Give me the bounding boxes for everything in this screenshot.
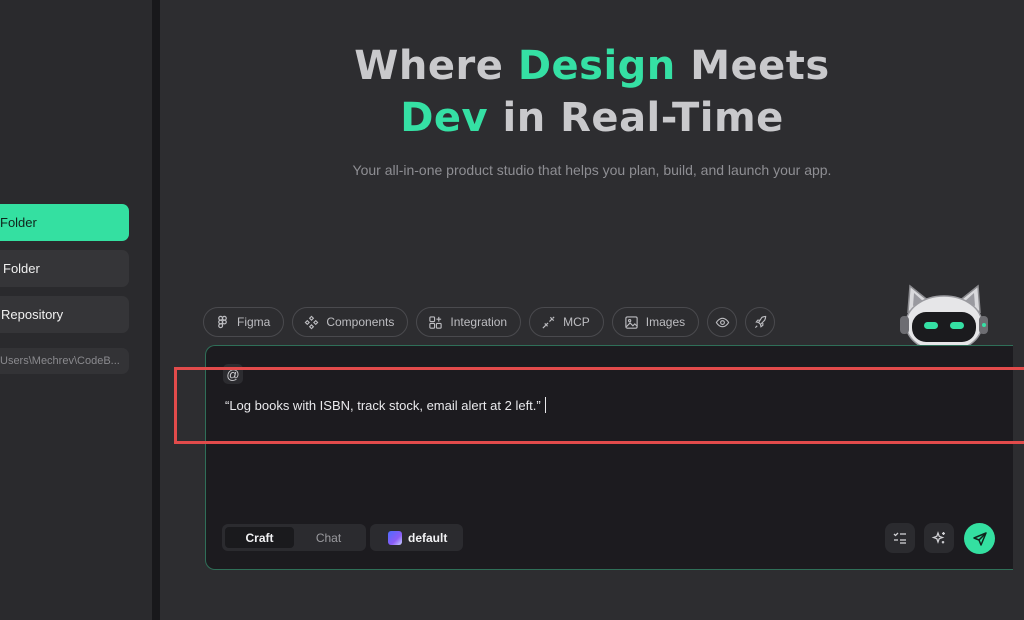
clone-repository-label: Repository bbox=[1, 307, 64, 322]
prompt-input[interactable]: “Log books with ISBN, track stock, email… bbox=[225, 397, 546, 413]
clone-repository-button[interactable]: Repository bbox=[0, 296, 129, 333]
hero-title-part3: in Real-Time bbox=[488, 95, 784, 141]
image-icon bbox=[625, 315, 638, 329]
mcp-chip-label: MCP bbox=[563, 315, 590, 329]
hero-subtitle: Your all-in-one product studio that help… bbox=[352, 162, 832, 178]
model-label: default bbox=[408, 530, 448, 545]
rocket-icon bbox=[754, 315, 766, 328]
images-chip[interactable]: Images bbox=[611, 307, 700, 337]
robot-mascot bbox=[900, 284, 988, 348]
figma-chip-label: Figma bbox=[237, 315, 271, 329]
hero-title-part1: Where bbox=[354, 43, 518, 89]
mcp-icon bbox=[542, 315, 555, 329]
text-caret bbox=[544, 397, 546, 413]
mcp-chip[interactable]: MCP bbox=[529, 307, 604, 337]
open-folder-label: Folder bbox=[3, 261, 40, 276]
mode-chat-tab[interactable]: Chat bbox=[294, 527, 363, 548]
recent-path-item[interactable]: Users\Mechrev\CodeB... bbox=[0, 348, 129, 374]
send-button[interactable] bbox=[964, 523, 995, 554]
eye-icon bbox=[715, 317, 729, 327]
components-chip-label: Components bbox=[326, 315, 395, 329]
components-icon bbox=[304, 315, 319, 329]
images-chip-label: Images bbox=[645, 315, 686, 329]
hero-title-accent-dev: Dev bbox=[400, 95, 489, 141]
open-folder-button[interactable]: Folder bbox=[0, 250, 129, 287]
mode-toggle: Craft Chat bbox=[222, 524, 366, 551]
enhance-prompt-button[interactable] bbox=[924, 523, 954, 553]
main-panel: Where Design Meets Dev in Real-Time Your… bbox=[160, 0, 1024, 620]
context-chip-bar: Figma Components Integration MCP Images bbox=[203, 307, 776, 337]
send-icon bbox=[972, 531, 987, 546]
hero-title-part2: Meets bbox=[675, 43, 830, 89]
preview-button[interactable] bbox=[707, 307, 738, 337]
figma-chip[interactable]: Figma bbox=[203, 307, 285, 337]
mention-button[interactable]: @ bbox=[223, 364, 243, 384]
integration-chip-label: Integration bbox=[450, 315, 508, 329]
hero-title: Where Design Meets Dev in Real-Time bbox=[160, 40, 1024, 144]
integration-chip[interactable]: Integration bbox=[416, 307, 522, 337]
new-folder-label: Folder bbox=[0, 215, 37, 230]
model-selector[interactable]: default bbox=[370, 524, 463, 551]
model-logo-icon bbox=[388, 530, 402, 545]
hero-title-accent-design: Design bbox=[517, 43, 676, 89]
panel-divider[interactable] bbox=[152, 0, 160, 620]
sparkle-icon bbox=[931, 531, 945, 544]
integration-icon bbox=[429, 315, 443, 329]
recent-path-label: Users\Mechrev\CodeB... bbox=[0, 355, 120, 367]
prompt-composer[interactable]: @ “Log books with ISBN, track stock, ema… bbox=[205, 345, 1013, 570]
components-chip[interactable]: Components bbox=[292, 307, 409, 337]
checklist-icon bbox=[893, 532, 906, 544]
mode-craft-tab[interactable]: Craft bbox=[225, 527, 294, 548]
sidebar: Folder Folder Repository Users\Mechrev\C… bbox=[0, 0, 152, 620]
deploy-button[interactable] bbox=[745, 307, 776, 337]
new-folder-button[interactable]: Folder bbox=[0, 204, 129, 241]
figma-icon bbox=[218, 315, 227, 328]
prompt-text: “Log books with ISBN, track stock, email… bbox=[225, 398, 541, 413]
plan-checklist-button[interactable] bbox=[885, 523, 915, 553]
